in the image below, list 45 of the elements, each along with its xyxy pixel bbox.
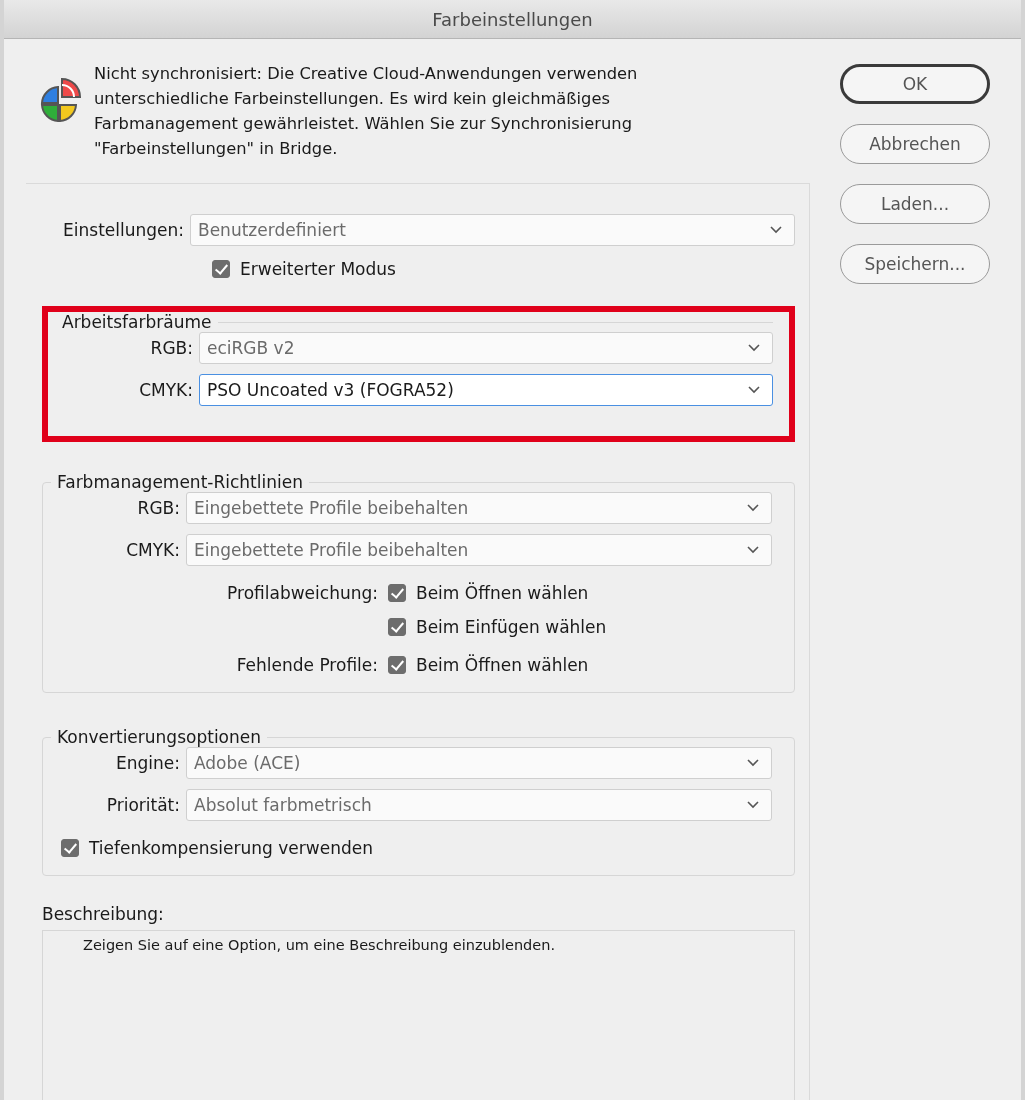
- chevron-icon: [770, 226, 782, 234]
- dropdown[interactable]: Eingebettete Profile beibehalten: [186, 534, 772, 566]
- description-label: Beschreibung:: [42, 904, 165, 924]
- dialog-button[interactable]: Speichern...: [840, 244, 990, 284]
- group-title: Farbmanagement-Richtlinien: [56, 472, 304, 492]
- checkbox[interactable]: [388, 584, 406, 602]
- description-text: Zeigen Sie auf eine Option, um eine Beschreibung einzublenden.: [83, 937, 555, 953]
- checkbox[interactable]: [212, 260, 230, 278]
- field-label: Engine:: [115, 753, 180, 773]
- dropdown[interactable]: eciRGB v2: [199, 332, 773, 364]
- chevron-icon: [747, 504, 759, 512]
- field-label: CMYK:: [125, 540, 180, 560]
- field-label: Priorität:: [105, 795, 180, 815]
- dropdown[interactable]: PSO Uncoated v3 (FOGRA52): [199, 374, 773, 406]
- checkbox-label: Beim Einfügen wählen: [416, 617, 607, 637]
- checkbox-label: Erweiterter Modus: [240, 259, 396, 279]
- field-label: RGB:: [149, 338, 193, 358]
- checkbox[interactable]: [61, 839, 79, 857]
- option-label: Profilabweichung:: [226, 582, 378, 605]
- dialog-button[interactable]: Abbrechen: [840, 124, 990, 164]
- dropdown[interactable]: Adobe (ACE): [186, 747, 772, 779]
- window-title: Farbeinstellungen: [432, 8, 593, 30]
- checkbox-label: Beim Öffnen wählen: [416, 655, 589, 675]
- checkbox-label: Tiefenkompensierung verwenden: [89, 838, 373, 858]
- checkbox-label: Beim Öffnen wählen: [416, 583, 589, 603]
- checkbox[interactable]: [388, 656, 406, 674]
- option-label: Fehlende Profile:: [235, 654, 378, 677]
- chevron-icon: [748, 386, 760, 394]
- dropdown[interactable]: Eingebettete Profile beibehalten: [186, 492, 772, 524]
- group-title: Arbeitsfarbräume: [61, 312, 213, 332]
- dialog-button[interactable]: OK: [840, 64, 990, 104]
- chevron-icon: [747, 801, 759, 809]
- group-title: Konvertierungsoptionen: [56, 727, 262, 747]
- field-label: RGB:: [136, 498, 180, 518]
- dropdown[interactable]: Benutzerdefiniert: [190, 214, 795, 246]
- chevron-icon: [747, 759, 759, 767]
- dropdown[interactable]: Absolut farbmetrisch: [186, 789, 772, 821]
- chevron-icon: [747, 546, 759, 554]
- field-label: CMYK:: [138, 380, 193, 400]
- sync-warning-text: Nicht synchronisiert: Die Creative Cloud-Anwendungen verwenden unterschiedliche Farbeinstellungen. Es wird kein gleichmäßiges Farbmanagement gewährleistet. Wählen Sie zur Synchronisierung "Farbeinstellungen" in Bridge.: [94, 63, 638, 160]
- dialog-button[interactable]: Laden...: [840, 184, 990, 224]
- field-label: Einstellungen:: [62, 220, 184, 240]
- checkbox[interactable]: [388, 618, 406, 636]
- color-wheel-icon: [38, 75, 82, 125]
- chevron-icon: [748, 344, 760, 352]
